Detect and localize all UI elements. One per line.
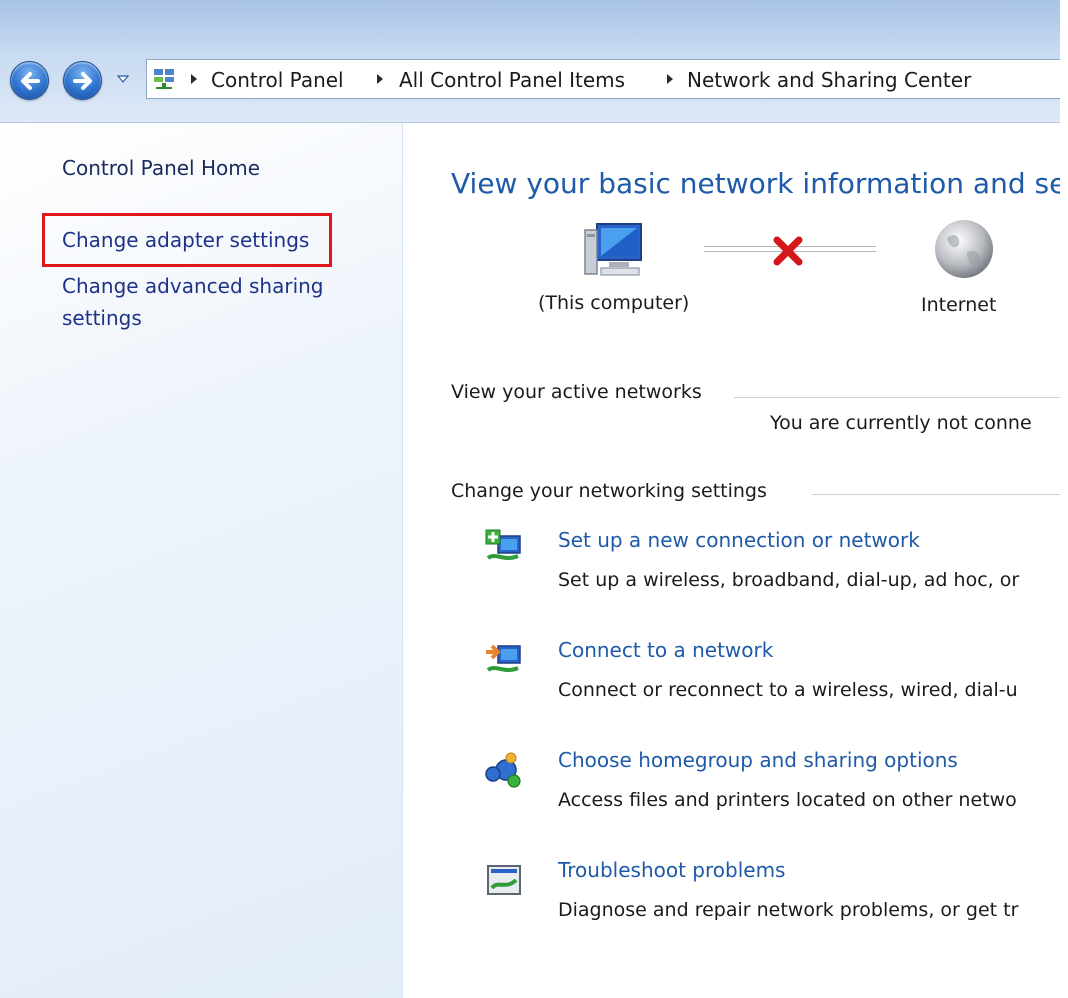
address-bar[interactable]: Control Panel All Control Panel Items Ne… — [146, 59, 1060, 99]
globe-icon — [935, 220, 993, 278]
highlight-annotation — [42, 213, 332, 267]
red-x-icon[interactable] — [771, 234, 805, 268]
breadcrumb-separator-icon — [377, 74, 383, 84]
breadcrumb-separator-icon — [191, 74, 197, 84]
new-connection-icon — [485, 529, 521, 560]
navigation-bar: Control Panel All Control Panel Items Ne… — [0, 0, 1060, 123]
window: Control Panel All Control Panel Items Ne… — [0, 0, 1060, 998]
connect-network-desc: Connect or reconnect to a wireless, wire… — [558, 679, 1018, 701]
divider — [812, 494, 1060, 495]
internet-label: Internet — [921, 294, 997, 316]
recent-pages-dropdown[interactable] — [117, 73, 129, 85]
homegroup-link[interactable]: Choose homegroup and sharing options — [558, 748, 958, 772]
computer-icon — [584, 223, 642, 276]
networking-settings-heading: Change your networking settings — [451, 480, 767, 502]
breadcrumb-network-center[interactable]: Network and Sharing Center — [687, 68, 971, 92]
this-computer-label: (This computer) — [538, 292, 690, 314]
breadcrumb-control-panel[interactable]: Control Panel — [211, 68, 344, 92]
sidebar-item-advanced-sharing-line2[interactable]: settings — [62, 303, 142, 333]
connect-network-link[interactable]: Connect to a network — [558, 638, 773, 662]
connect-network-icon — [486, 644, 521, 672]
troubleshoot-desc: Diagnose and repair network problems, or… — [558, 899, 1019, 921]
back-arrow-icon — [20, 71, 40, 90]
homegroup-desc: Access files and printers located on oth… — [558, 789, 1017, 811]
setup-connection-link[interactable]: Set up a new connection or network — [558, 528, 920, 552]
homegroup-icon — [485, 752, 521, 788]
divider — [734, 397, 1060, 398]
active-networks-heading: View your active networks — [451, 381, 702, 403]
setup-connection-desc: Set up a wireless, broadband, dial-up, a… — [558, 569, 1020, 591]
forward-button[interactable] — [63, 61, 102, 100]
control-panel-icon — [154, 69, 174, 89]
page-title: View your basic network information and … — [451, 167, 1060, 200]
troubleshoot-link[interactable]: Troubleshoot problems — [558, 858, 785, 882]
sidebar-item-advanced-sharing-line1[interactable]: Change advanced sharing — [62, 271, 324, 301]
network-status-text: You are currently not conne — [770, 412, 1032, 434]
sidebar-item-control-panel-home[interactable]: Control Panel Home — [62, 153, 260, 183]
troubleshoot-icon — [487, 865, 521, 895]
breadcrumb-all-items[interactable]: All Control Panel Items — [399, 68, 625, 92]
chevron-down-icon — [117, 75, 129, 83]
breadcrumb-separator-icon — [667, 74, 673, 84]
back-button[interactable] — [10, 61, 49, 100]
forward-arrow-icon — [72, 71, 92, 90]
